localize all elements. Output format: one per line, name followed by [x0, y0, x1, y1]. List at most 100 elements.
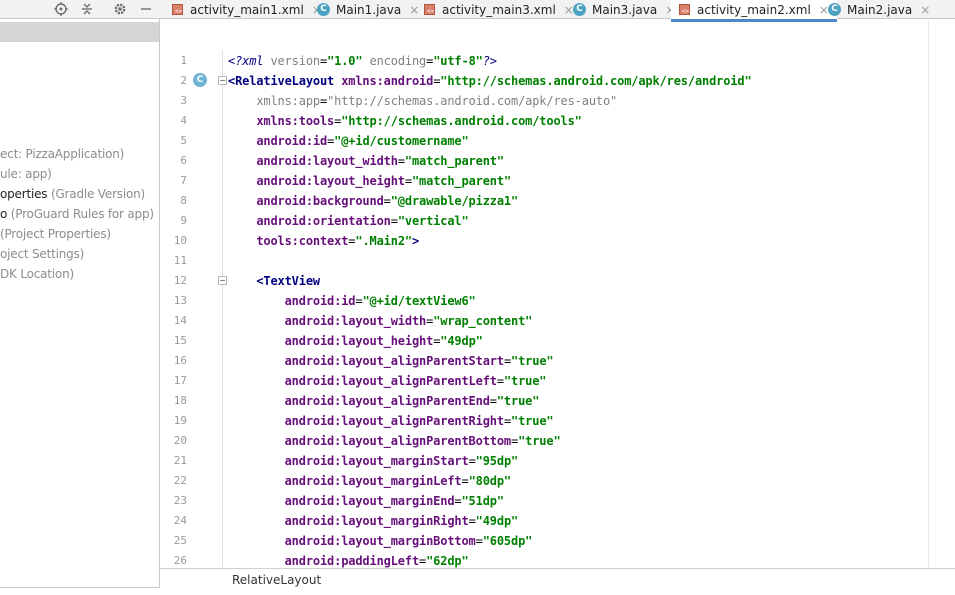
code-token: "http://schemas.android.com/apk/res-auto… — [327, 94, 618, 108]
line-number: 24 — [173, 514, 187, 527]
close-icon[interactable]: × — [409, 3, 419, 17]
code-line[interactable]: android:background="@drawable/pizza1" — [228, 191, 518, 211]
code-token: "http://schemas.android.com/apk/res/andr… — [440, 74, 752, 88]
tree-item[interactable]: oject Settings) — [0, 244, 84, 264]
line-number: 23 — [173, 494, 187, 507]
code-line[interactable]: android:layout_marginLeft="80dp" — [228, 471, 512, 491]
project-panel: ect: PizzaApplication) ule: app) opertie… — [0, 0, 160, 595]
line-number: 22 — [173, 474, 187, 487]
locate-icon[interactable] — [52, 0, 70, 18]
code-token: = — [496, 374, 504, 388]
xml-file-icon: <> — [424, 3, 437, 16]
tab-activity-main3-xml[interactable]: <> activity_main3.xml × — [424, 0, 574, 19]
code-token: "95dp" — [475, 454, 519, 468]
line-number: 14 — [173, 314, 187, 327]
code-line[interactable]: android:layout_alignParentStart="true" — [228, 351, 554, 371]
tree-item[interactable]: ule: app) — [0, 164, 52, 184]
project-toolbar — [0, 0, 160, 19]
code-line[interactable]: android:layout_height="49dp" — [228, 331, 483, 351]
line-number: 4 — [180, 114, 187, 127]
code-token: "match_parent" — [404, 154, 504, 168]
gear-icon[interactable] — [111, 0, 129, 18]
code-line[interactable]: android:id="@+id/textView6" — [228, 291, 476, 311]
code-line[interactable]: android:layout_width="match_parent" — [228, 151, 504, 171]
code-line[interactable]: android:layout_alignParentBottom="true" — [228, 431, 561, 451]
code-token: android:paddingLeft — [284, 554, 420, 568]
tree-item[interactable]: operties (Gradle Version) — [0, 184, 145, 204]
close-icon[interactable]: × — [920, 3, 930, 17]
tab-label: Main2.java — [847, 2, 913, 17]
editor-tab-bar: <> activity_main1.xml × C Main1.java × <… — [160, 0, 955, 22]
tree-item[interactable]: ect: PizzaApplication) — [0, 144, 124, 164]
class-gutter-icon[interactable]: C — [193, 73, 207, 87]
line-number: 10 — [173, 234, 187, 247]
code-line[interactable]: android:layout_marginEnd="51dp" — [228, 491, 504, 511]
code-token: android:layout_marginBottom — [284, 534, 476, 548]
code-token: "http://schemas.android.com/tools" — [341, 114, 582, 128]
code-line[interactable]: android:layout_width="wrap_content" — [228, 311, 533, 331]
breadcrumb-item[interactable]: RelativeLayout — [232, 573, 321, 587]
code-token: android:layout_width — [284, 314, 427, 328]
line-number: 16 — [173, 354, 187, 367]
code-token: = — [475, 534, 483, 548]
tree-item[interactable]: (Project Properties) — [0, 224, 111, 244]
code-token: = — [468, 514, 476, 528]
code-line[interactable]: android:layout_marginRight="49dp" — [228, 511, 519, 531]
code-token: xmlns:app — [256, 94, 320, 108]
tab-label: activity_main1.xml — [190, 2, 304, 17]
code-token: "match_parent" — [411, 174, 512, 188]
tab-main1-java[interactable]: C Main1.java × — [317, 0, 419, 19]
code-token: ?> — [482, 54, 497, 68]
code-line[interactable]: android:layout_marginStart="95dp" — [228, 451, 519, 471]
code-token: "62dp" — [426, 554, 469, 568]
tree-item[interactable]: o (ProGuard Rules for app) — [0, 204, 154, 224]
code-line[interactable]: xmlns:app="http://schemas.android.com/ap… — [228, 91, 617, 111]
tab-activity-main1-xml[interactable]: <> activity_main1.xml × — [172, 0, 322, 19]
code-line[interactable]: <?xml version="1.0" encoding="utf-8"?> — [228, 51, 497, 71]
line-number: 1 — [180, 54, 187, 67]
minimize-icon[interactable] — [137, 0, 155, 18]
code-line[interactable]: android:orientation="vertical" — [228, 211, 468, 231]
code-line[interactable]: <TextView — [228, 271, 320, 291]
xml-file-icon: <> — [172, 3, 185, 16]
line-number: 12 — [173, 274, 187, 287]
code-line[interactable]: tools:context=".Main2"> — [228, 231, 419, 251]
line-number: 25 — [173, 534, 187, 547]
code-token: android:layout_alignParentEnd — [284, 394, 490, 408]
line-number: 13 — [173, 294, 187, 307]
code-line[interactable]: android:layout_alignParentRight="true" — [228, 411, 554, 431]
tab-main3-java[interactable]: C Main3.java × — [573, 0, 675, 19]
code-line[interactable]: android:layout_height="match_parent" — [228, 171, 511, 191]
tree-item[interactable]: DK Location) — [0, 264, 74, 284]
tab-label: activity_main3.xml — [442, 2, 556, 17]
code-token: "true" — [518, 434, 561, 448]
code-token: = — [383, 194, 391, 208]
code-token: = — [489, 394, 497, 408]
code-line[interactable]: android:layout_alignParentEnd="true" — [228, 391, 540, 411]
code-line[interactable]: android:layout_marginBottom="605dp" — [228, 531, 533, 551]
code-token: android:layout_alignParentRight — [284, 414, 504, 428]
fold-icon[interactable] — [218, 76, 227, 85]
code-line[interactable]: android:layout_alignParentLeft="true" — [228, 371, 547, 391]
tab-main2-java[interactable]: C Main2.java × — [828, 0, 930, 19]
collapse-icon[interactable] — [78, 0, 96, 18]
code-line[interactable]: xmlns:tools="http://schemas.android.com/… — [228, 111, 582, 131]
code-line[interactable]: android:id="@+id/customername" — [228, 131, 468, 151]
tab-activity-main2-xml[interactable]: <> activity_main2.xml × — [671, 0, 837, 22]
line-number: 6 — [180, 154, 187, 167]
code-line[interactable]: <RelativeLayout xmlns:android="http://sc… — [228, 71, 752, 91]
selected-tree-row[interactable] — [0, 22, 159, 42]
fold-icon[interactable] — [218, 276, 227, 285]
code-token: android:layout_height — [284, 334, 434, 348]
